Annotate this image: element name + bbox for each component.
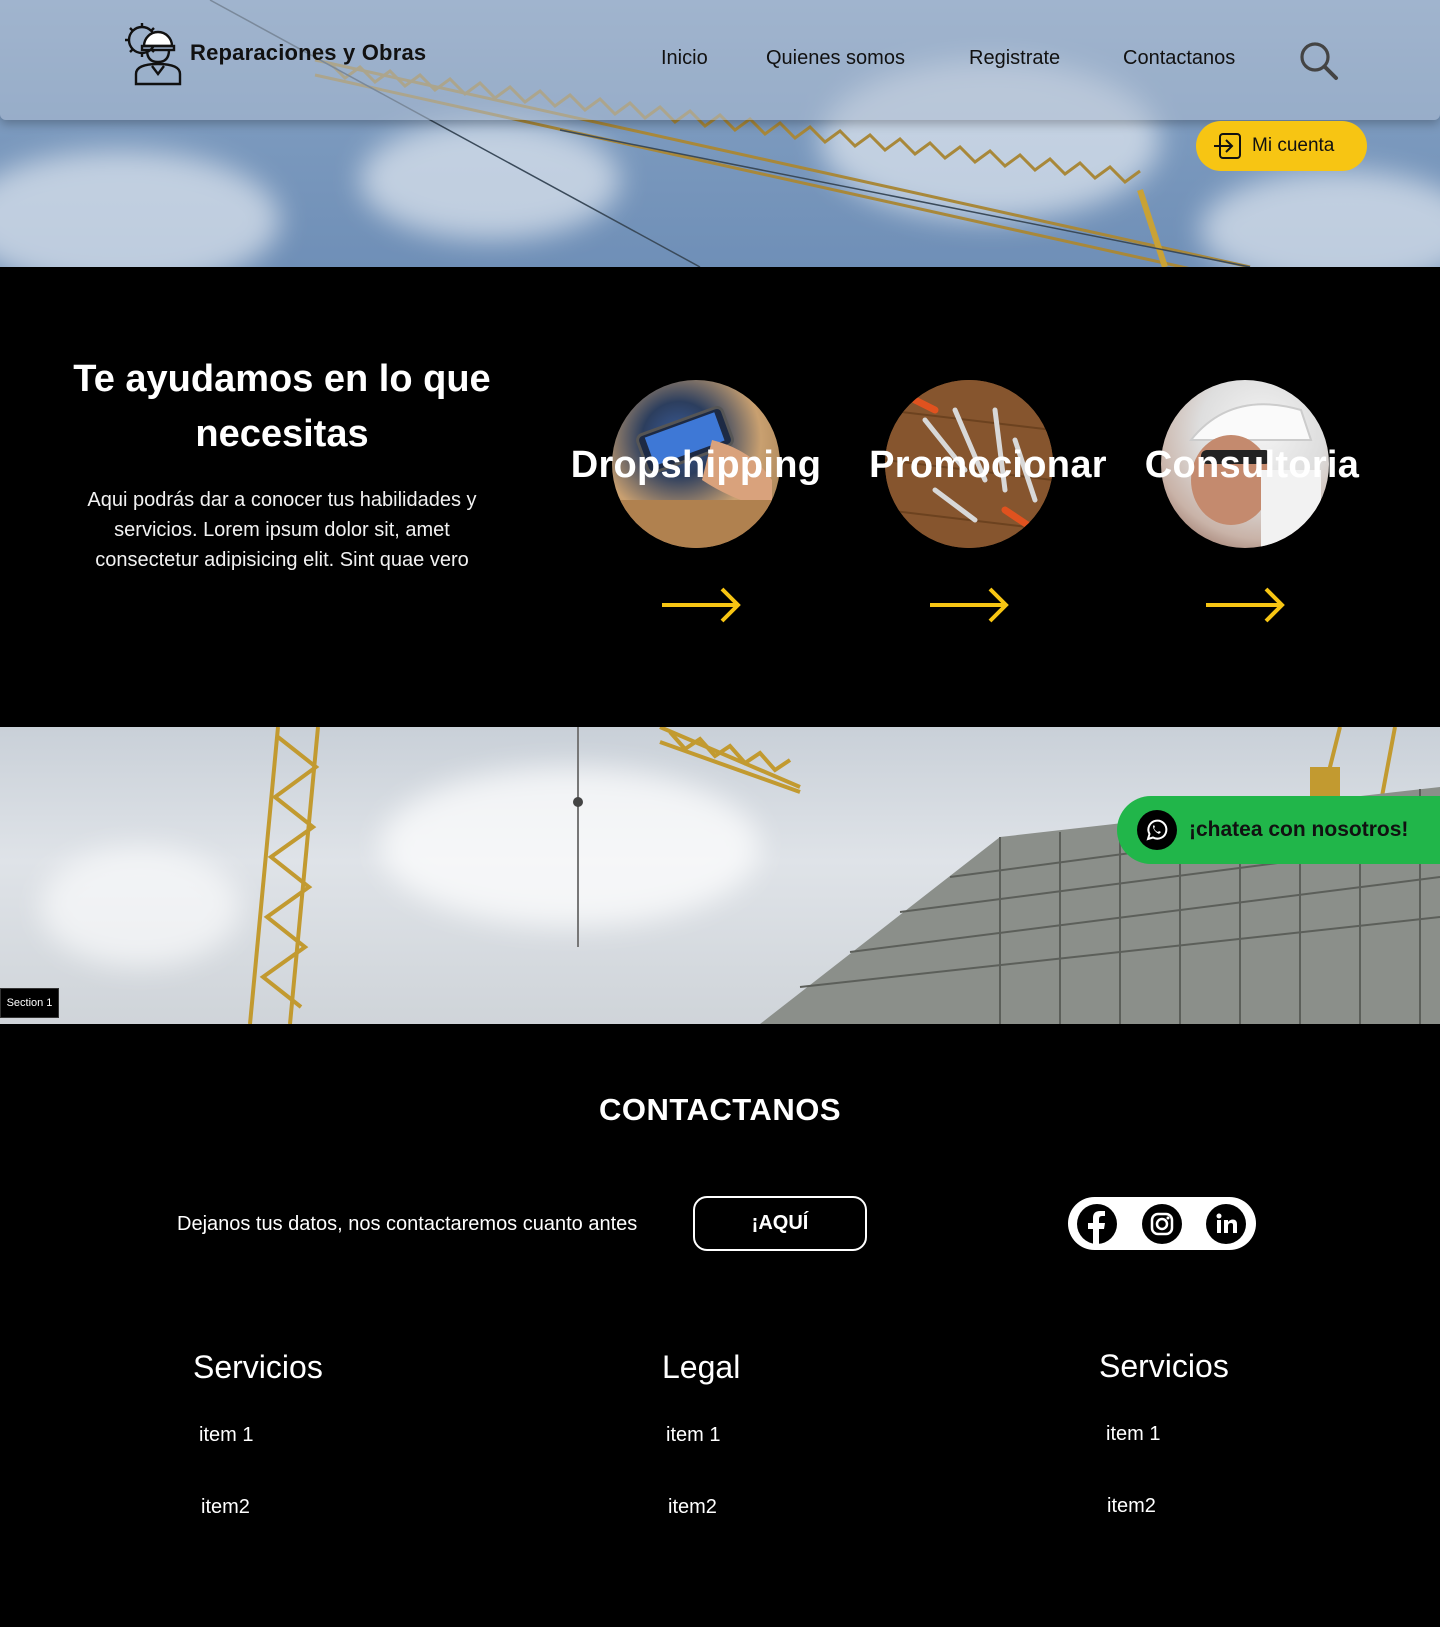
footer-title-servicios: Servicios: [193, 1349, 323, 1385]
footer-link[interactable]: item 1: [199, 1424, 253, 1447]
service-card-dropshipping[interactable]: Dropshipping: [566, 380, 826, 630]
contact-text: Dejanos tus datos, nos contactaremos cua…: [177, 1213, 638, 1235]
construction-banner: [0, 727, 1440, 1024]
whatsapp-icon: [1137, 810, 1177, 850]
footer-title-servicios: Servicios: [1099, 1348, 1229, 1384]
nav-item-inicio[interactable]: Inicio: [661, 47, 708, 70]
aqui-button[interactable]: ¡AQUÍ: [693, 1196, 867, 1251]
footer-link[interactable]: item2: [201, 1496, 250, 1519]
nav-item-registrate[interactable]: Registrate: [969, 47, 1060, 70]
services-title: Te ayudamos en lo que necesitas: [73, 358, 491, 455]
service-label-dropshipping: Dropshipping: [570, 444, 822, 486]
services-description: Aqui podrás dar a conocer tus habilidade…: [87, 489, 477, 571]
linkedin-icon[interactable]: [1206, 1204, 1246, 1244]
service-card-promocionar[interactable]: Promocionar: [858, 380, 1118, 630]
chat-label: ¡chatea con nosotros!: [1189, 818, 1409, 841]
contact-title: CONTACTANOS: [599, 1092, 841, 1127]
search-icon[interactable]: [1298, 40, 1340, 82]
section-tag: Section 1: [0, 988, 59, 1018]
arrow-right-icon[interactable]: [928, 585, 1012, 625]
arrow-right-icon[interactable]: [660, 585, 744, 625]
service-label-promocionar: Promocionar: [869, 444, 1107, 486]
footer-link[interactable]: item2: [668, 1496, 717, 1519]
service-label-consultoria: Consultoria: [1144, 444, 1360, 486]
service-card-consultoria[interactable]: Consultoria: [1122, 380, 1382, 630]
construction-site-illustration: [248, 727, 1440, 1024]
my-account-label: Mi cuenta: [1252, 135, 1335, 156]
whatsapp-chat-button[interactable]: ¡chatea con nosotros!: [1117, 796, 1440, 864]
footer-title-legal: Legal: [662, 1349, 741, 1385]
my-account-button[interactable]: Mi cuenta: [1196, 121, 1367, 171]
social-links: [1068, 1197, 1256, 1250]
services-section: Te ayudamos en lo que necesitas Aqui pod…: [0, 267, 1440, 727]
footer-link[interactable]: item 1: [1106, 1423, 1160, 1446]
nav-item-contactanos[interactable]: Contactanos: [1123, 47, 1235, 70]
arrow-right-icon[interactable]: [1204, 585, 1288, 625]
footer-link[interactable]: item 1: [666, 1424, 720, 1447]
nav-item-quienes-somos[interactable]: Quienes somos: [766, 47, 905, 70]
main-nav: Inicio Quienes somos Registrate Contacta…: [0, 47, 1440, 77]
login-icon: [1214, 133, 1241, 159]
instagram-icon[interactable]: [1142, 1204, 1182, 1244]
footer-link[interactable]: item2: [1107, 1495, 1156, 1518]
facebook-icon[interactable]: [1077, 1204, 1117, 1244]
top-navbar: Reparaciones y Obras Inicio Quienes somo…: [0, 0, 1440, 120]
